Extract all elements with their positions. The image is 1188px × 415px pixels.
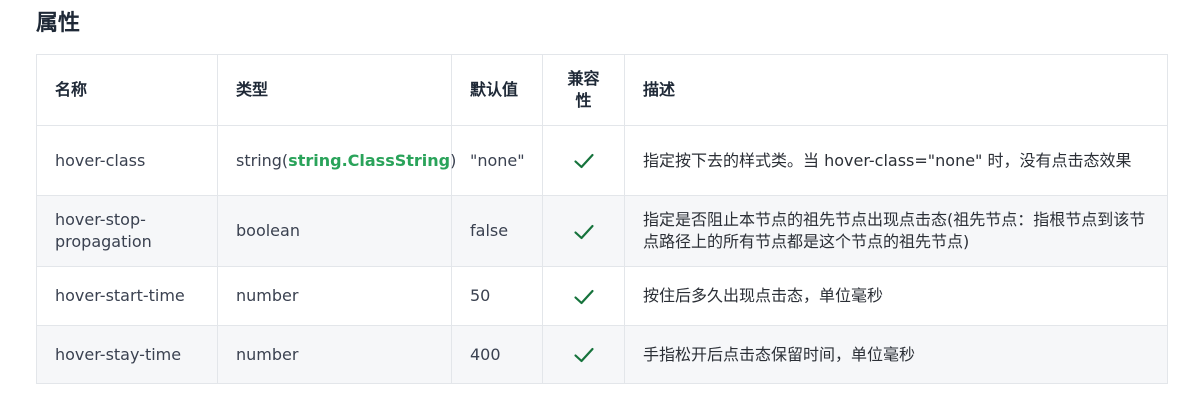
type-prefix: string( [236, 150, 289, 170]
prop-name: hover-start-time [36, 266, 218, 326]
check-icon [573, 347, 594, 363]
prop-type: boolean [217, 195, 452, 267]
type-link[interactable]: string.ClassString [288, 151, 450, 170]
prop-compat [542, 125, 625, 196]
table-row: hover-stop-propagation boolean false 指定是… [36, 195, 1168, 267]
header-compat: 兼容性 [542, 54, 625, 126]
table-row: hover-stay-time number 400 手指松开后点击态保留时间，… [36, 325, 1168, 384]
prop-type: number [217, 266, 452, 326]
header-compat-line1: 兼容 [567, 69, 600, 88]
check-icon [573, 224, 594, 239]
section-title: 属性 [36, 11, 81, 36]
prop-desc: 手指松开后点击态保留时间，单位毫秒 [624, 325, 1168, 384]
check-icon [573, 153, 594, 169]
table-header-row: 名称 类型 默认值 兼容性 描述 [36, 54, 1168, 126]
prop-compat [542, 266, 625, 326]
prop-name: hover-stay-time [36, 325, 218, 384]
header-desc: 描述 [624, 54, 1168, 126]
prop-compat [542, 195, 625, 267]
page: 属性 名称 类型 默认值 兼容性 描述 hover-class string(s… [0, 0, 1188, 415]
table-row: hover-class string(string.ClassString) "… [36, 125, 1168, 196]
prop-compat [542, 325, 625, 384]
properties-table: 名称 类型 默认值 兼容性 描述 hover-class string(stri… [36, 54, 1168, 384]
prop-default: 50 [451, 266, 543, 326]
header-type: 类型 [217, 54, 452, 126]
header-compat-line2: 性 [575, 91, 592, 110]
prop-desc: 指定是否阻止本节点的祖先节点出现点击态(祖先节点：指根节点到该节点路径上的所有节… [624, 195, 1168, 267]
prop-default: false [451, 195, 543, 267]
type-suffix: ) [450, 150, 457, 170]
header-name: 名称 [36, 54, 218, 126]
prop-type: number [217, 325, 452, 384]
prop-desc: 按住后多久出现点击态，单位毫秒 [624, 266, 1168, 326]
prop-name: hover-class [36, 125, 218, 196]
header-default: 默认值 [451, 54, 543, 126]
prop-desc: 指定按下去的样式类。当 hover-class="none" 时，没有点击态效果 [624, 125, 1168, 196]
prop-name: hover-stop-propagation [36, 195, 218, 267]
table-row: hover-start-time number 50 按住后多久出现点击态，单位… [36, 266, 1168, 326]
prop-default: "none" [451, 125, 543, 196]
prop-type: string(string.ClassString) [217, 125, 456, 196]
check-icon [573, 289, 594, 304]
prop-default: 400 [451, 325, 543, 384]
